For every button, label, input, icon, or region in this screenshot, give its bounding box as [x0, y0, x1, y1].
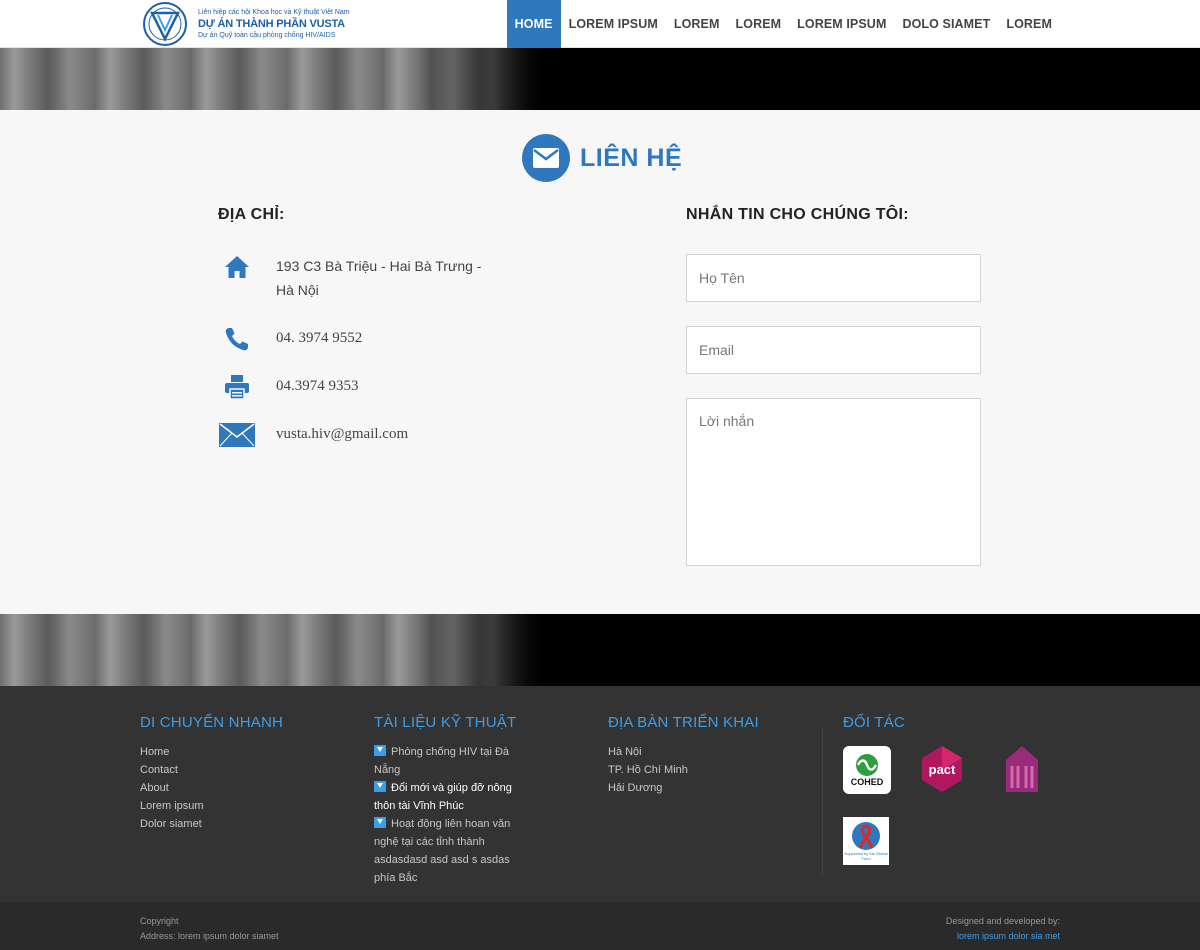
site-header: Liên hiệp các hội Khoa học và Kỹ thuật V… — [0, 0, 1200, 48]
main-nav: HOME LOREM IPSUM LOREM LOREM LOREM IPSUM… — [506, 0, 1060, 48]
page-title: LIÊN HỆ — [580, 143, 683, 172]
logo-title: DỰ ÁN THÀNH PHẦN VUSTA — [198, 18, 345, 30]
quick-nav-heading: DI CHUYỂN NHANH — [140, 714, 284, 731]
home-icon — [218, 252, 256, 282]
envelope-icon — [522, 134, 570, 182]
download-icon — [374, 781, 386, 792]
banner-photo — [0, 48, 540, 110]
footer-link-dolor-siamet[interactable]: Dolor siamet — [140, 815, 340, 833]
doc-link[interactable]: Hoạt động liên hoan văn nghệ tại các tỉn… — [374, 815, 534, 887]
global-fund-logo-text: Supported by the Global Fund — [844, 851, 888, 861]
area-link-hai-duong[interactable]: Hải Dương — [608, 779, 808, 797]
address-text: 193 C3 Bà Triệu - Hai Bà Trưng - Hà Nội — [276, 258, 482, 298]
footer-areas: ĐỊA BÀN TRIỂN KHAI Hà Nội TP. Hồ Chí Min… — [608, 714, 808, 797]
message-textarea[interactable]: Lời nhắn — [686, 398, 981, 566]
footer-link-about[interactable]: About — [140, 779, 340, 797]
footer-partners: ĐỐI TÁC — [843, 714, 1063, 731]
name-field[interactable]: Họ Tên — [686, 254, 981, 302]
form-heading: NHẮN TIN CHO CHÚNG TÔI: — [686, 206, 909, 223]
email-link[interactable]: vusta.hiv@gmail.com — [276, 422, 496, 446]
footer-link-home[interactable]: Home — [140, 743, 340, 761]
footer-docs: TÀI LIỆU KỸ THUẬT Phòng chống HIV tại Đà… — [374, 714, 534, 887]
doc-link[interactable]: Phòng chống HIV tại Đà Nẵng — [374, 743, 534, 779]
nav-item-lorem-3[interactable]: LOREM — [998, 0, 1060, 48]
copyright-block: Copyright Address: lorem ipsum dolor sia… — [140, 914, 279, 944]
nav-item-dolo-siamet[interactable]: DOLO SIAMET — [894, 0, 998, 48]
cohed-logo-text: COHED — [850, 777, 884, 787]
printer-icon — [218, 372, 256, 402]
doc-link[interactable]: Đổi mới và giúp đỡ nông thôn tài Vĩnh Ph… — [374, 779, 534, 815]
cohed-logo[interactable]: COHED — [843, 746, 891, 794]
footer-link-lorem-ipsum[interactable]: Lorem ipsum — [140, 797, 340, 815]
logo-subtitle: Dự án Quỹ toàn cầu phòng chống HIV/AIDS — [198, 32, 336, 39]
site-footer: DI CHUYỂN NHANH Home Contact About Lorem… — [0, 686, 1200, 902]
areas-heading: ĐỊA BÀN TRIỂN KHAI — [608, 714, 759, 731]
docs-heading: TÀI LIỆU KỸ THUẬT — [374, 714, 517, 731]
footer-address: Address: lorem ipsum dolor siamet — [140, 931, 279, 941]
address-heading: ĐỊA CHỈ: — [218, 206, 285, 223]
nav-item-lorem-ipsum-1[interactable]: LOREM IPSUM — [561, 0, 666, 48]
phone-text: 04. 3974 9552 — [276, 330, 363, 346]
doc-link-text: Hoạt động liên hoan văn nghệ tại các tỉn… — [374, 818, 511, 884]
address-column: ĐỊA CHỈ: 193 C3 Bà Triệu - Hai Bà Trưng … — [218, 206, 518, 447]
footer-quick-nav: DI CHUYỂN NHANH Home Contact About Lorem… — [140, 714, 340, 833]
download-icon — [374, 817, 386, 828]
credit-block: Designed and developed by: lorem ipsum d… — [946, 914, 1060, 944]
email-field[interactable]: Email — [686, 326, 981, 374]
fax-text: 04.3974 9353 — [276, 378, 359, 394]
top-banner-image — [0, 48, 1200, 110]
copyright-text: Copyright — [140, 916, 179, 926]
nav-item-lorem-2[interactable]: LOREM — [728, 0, 790, 48]
nav-item-lorem-ipsum-2[interactable]: LOREM IPSUM — [789, 0, 894, 48]
bottom-banner-image — [0, 614, 1200, 686]
doc-link-text: Đổi mới và giúp đỡ nông thôn tài Vĩnh Ph… — [374, 782, 512, 812]
email-row: vusta.hiv@gmail.com — [218, 420, 408, 450]
area-link-hcm[interactable]: TP. Hồ Chí Minh — [608, 761, 808, 779]
banner-photo — [0, 614, 540, 686]
isds-logo[interactable] — [1000, 744, 1044, 794]
developer-link[interactable]: lorem ipsum dolor sia met — [946, 929, 1060, 944]
designed-by-text: Designed and developed by: — [945, 916, 1060, 926]
vusta-logo-icon — [140, 1, 190, 47]
download-icon — [374, 745, 386, 756]
logo-tagline: Liên hiệp các hội Khoa học và Kỹ thuật V… — [198, 9, 350, 16]
phone-icon — [218, 324, 256, 354]
fax-row: 04.3974 9353 — [218, 372, 359, 402]
nav-home[interactable]: HOME — [506, 0, 561, 48]
area-link-ha-noi[interactable]: Hà Nội — [608, 743, 808, 761]
envelope-icon — [218, 420, 256, 450]
doc-link-text: Phòng chống HIV tại Đà Nẵng — [374, 746, 510, 776]
footer-divider — [822, 726, 823, 876]
pact-logo[interactable]: pact — [920, 744, 964, 794]
pact-logo-text: pact — [928, 761, 956, 777]
global-fund-logo[interactable]: Supported by the Global Fund — [843, 817, 889, 865]
footer-bottom-bar: Copyright Address: lorem ipsum dolor sia… — [0, 902, 1200, 950]
partners-heading: ĐỐI TÁC — [843, 714, 905, 731]
site-logo[interactable]: Liên hiệp các hội Khoa học và Kỹ thuật V… — [140, 0, 350, 48]
footer-link-contact[interactable]: Contact — [140, 761, 340, 779]
address-row: 193 C3 Bà Triệu - Hai Bà Trưng - Hà Nội — [218, 252, 481, 298]
nav-item-lorem-1[interactable]: LOREM — [666, 0, 728, 48]
phone-row: 04. 3974 9552 — [218, 324, 362, 354]
contact-section-title: LIÊN HỆ — [522, 134, 682, 182]
contact-form: NHẮN TIN CHO CHÚNG TÔI: Họ Tên Email Lời… — [686, 206, 981, 566]
